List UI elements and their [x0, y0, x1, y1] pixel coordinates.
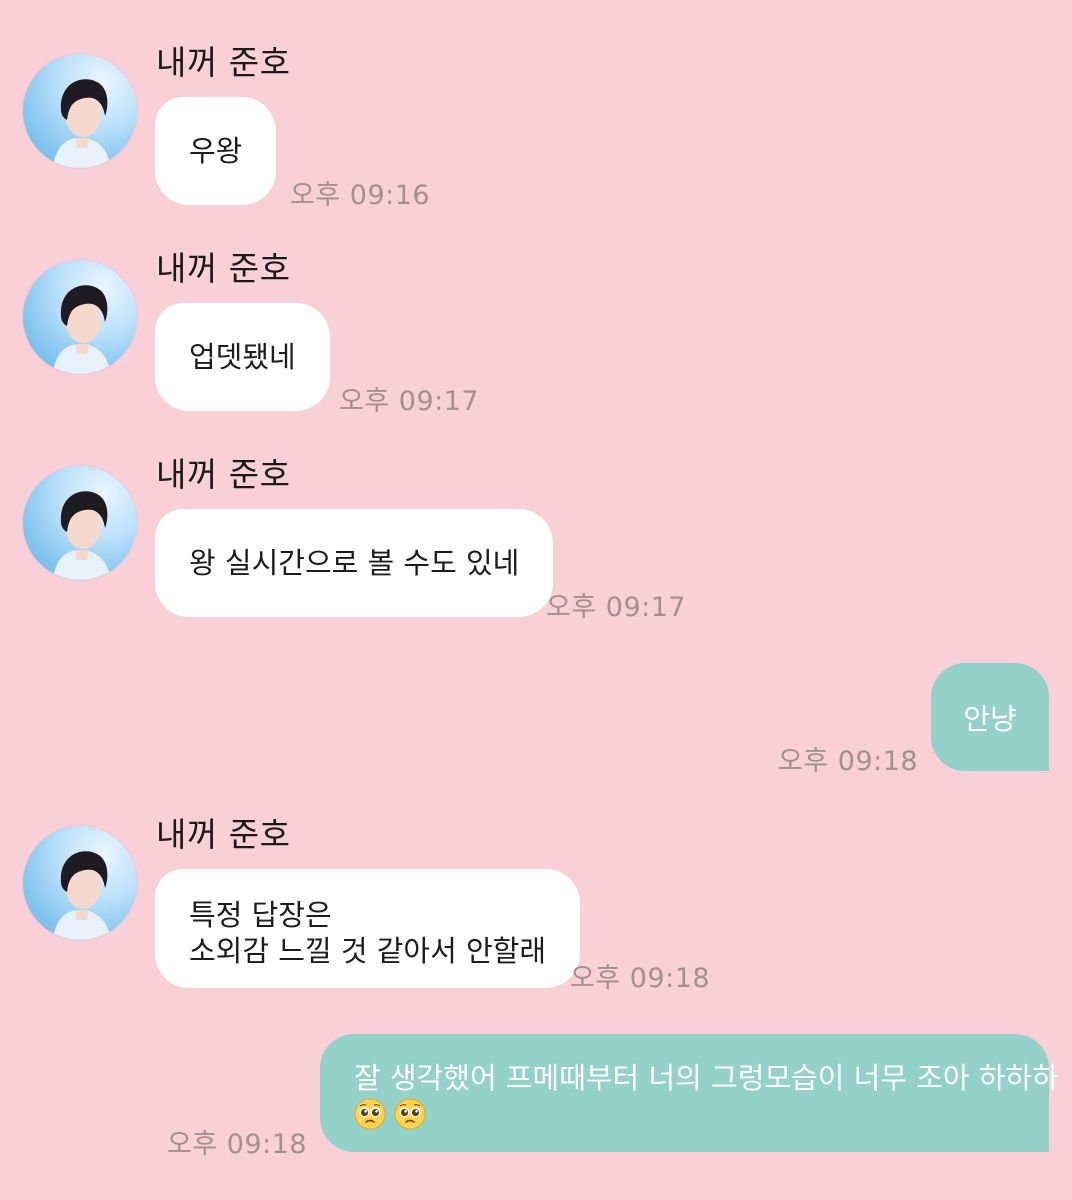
contact-avatar[interactable] [23, 466, 137, 580]
profile-photo [53, 285, 111, 374]
message-line: 특정 답장은 [189, 898, 332, 932]
message-timestamp: 오후 09:17 [546, 592, 687, 623]
sender-name: 내꺼 준호 [156, 455, 291, 494]
message-timestamp: 오후 09:16 [290, 180, 431, 211]
profile-photo [53, 491, 111, 580]
message-text: 잘 생각했어 프메때부터 너의 그렁모습이 너무 조아 하하하 [354, 1061, 1059, 1095]
emoji-row [354, 1098, 1029, 1134]
message-timestamp: 오후 09:18 [778, 746, 919, 777]
message-bubble[interactable]: 우왕 [155, 97, 277, 205]
sender-name: 내꺼 준호 [156, 815, 291, 854]
message-timestamp: 오후 09:18 [570, 963, 711, 994]
profile-photo [53, 79, 111, 168]
message-bubble[interactable]: 특정 답장은 소외감 느낄 것 같아서 안할래 [155, 869, 581, 988]
message-timestamp: 오후 09:18 [167, 1129, 308, 1160]
sender-name: 내꺼 준호 [156, 43, 291, 82]
message-line: 소외감 느낄 것 같아서 안할래 [189, 934, 547, 968]
message-bubble[interactable]: 안냥 [931, 663, 1049, 771]
message-bubble[interactable]: 업뎃됐네 [155, 303, 330, 411]
contact-avatar[interactable] [23, 826, 137, 940]
contact-avatar[interactable] [23, 260, 137, 374]
contact-avatar[interactable] [23, 54, 137, 168]
message-bubble[interactable]: 잘 생각했어 프메때부터 너의 그렁모습이 너무 조아 하하하 [320, 1034, 1059, 1152]
pleading-face-icon [394, 1098, 426, 1130]
message-bubble[interactable]: 왕 실시간으로 볼 수도 있네 [155, 509, 554, 617]
sender-name: 내꺼 준호 [156, 249, 291, 288]
profile-photo [53, 851, 111, 940]
pleading-face-icon [354, 1098, 386, 1130]
message-timestamp: 오후 09:17 [339, 386, 480, 417]
chat-view: 내꺼 준호 우왕 오후 09:16 내꺼 준호 업뎃됐네 오후 09:17 내꺼… [0, 0, 1072, 1200]
message-text: 안냥 [963, 702, 1017, 736]
